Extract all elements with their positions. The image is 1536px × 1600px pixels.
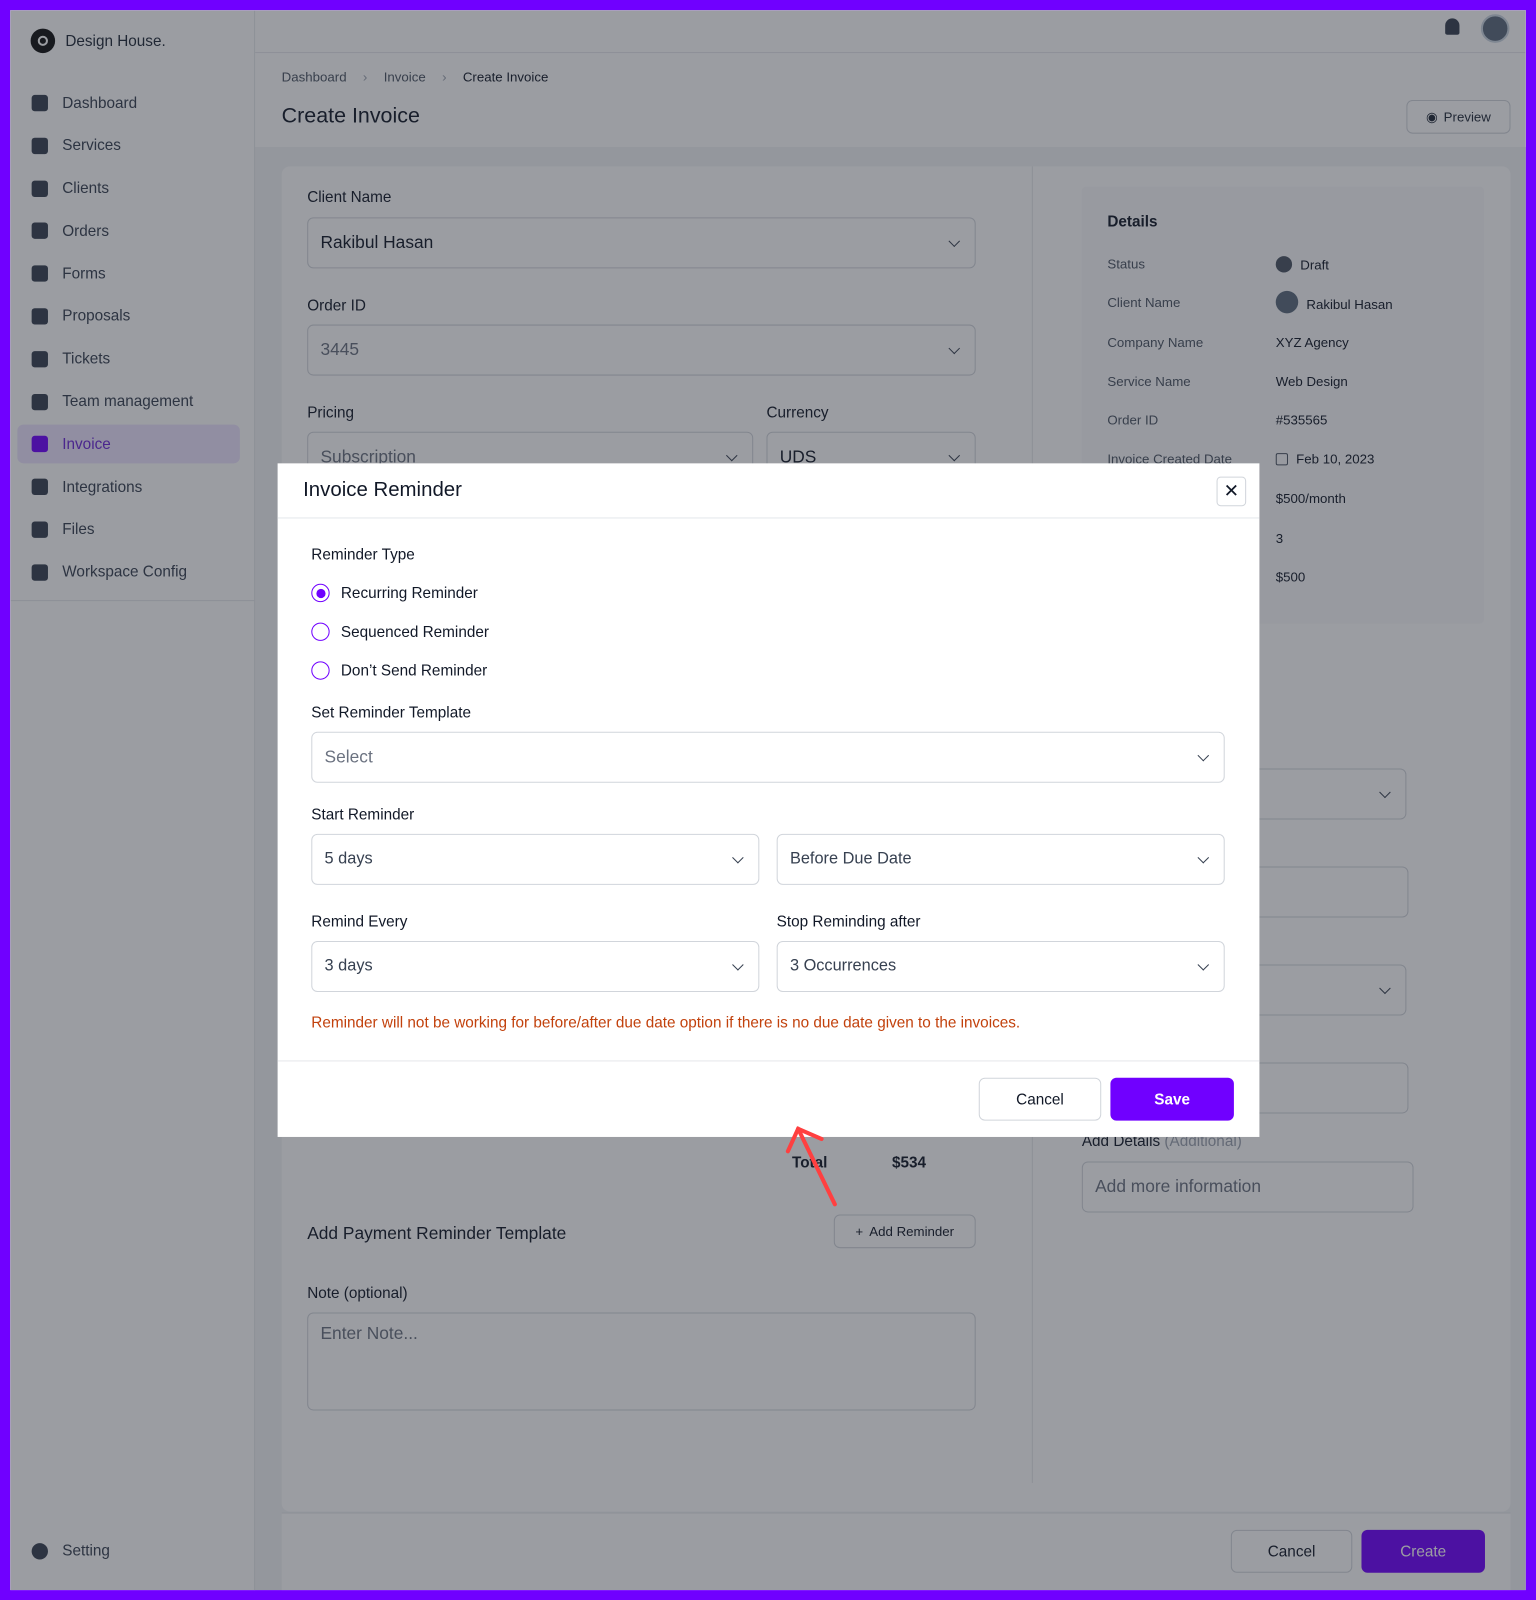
- remind-every-select[interactable]: 3 days: [311, 940, 760, 993]
- chevron-down-icon: [1197, 749, 1210, 762]
- radio-dont-send[interactable]: Don’t Send Reminder: [311, 661, 487, 680]
- reminder-type-label: Reminder Type: [311, 546, 415, 564]
- start-relation-select[interactable]: Before Due Date: [776, 833, 1225, 885]
- app: Design House. Dashboard Services Clients Or…: [10, 10, 1526, 1591]
- modal-cancel-button[interactable]: Cancel: [978, 1077, 1102, 1121]
- start-reminder-label: Start Reminder: [311, 806, 415, 824]
- remind-every-label: Remind Every: [311, 913, 408, 931]
- start-days-select[interactable]: 5 days: [311, 833, 760, 885]
- stop-reminding-label: Stop Reminding after: [776, 913, 921, 931]
- chevron-down-icon: [732, 959, 744, 971]
- close-icon[interactable]: ✕: [1216, 476, 1247, 507]
- radio-sequenced[interactable]: Sequenced Reminder: [311, 622, 489, 641]
- template-label: Set Reminder Template: [311, 704, 471, 722]
- divider: [277, 1060, 1260, 1062]
- template-select[interactable]: Select: [311, 731, 1225, 783]
- stop-reminding-select[interactable]: 3 Occurrences: [776, 940, 1225, 993]
- modal-title: Invoice Reminder: [303, 478, 462, 502]
- modal-save-button[interactable]: Save: [1110, 1077, 1234, 1121]
- invoice-reminder-modal: Invoice Reminder ✕ Reminder Type Recurrin…: [277, 463, 1260, 1137]
- chevron-down-icon: [1197, 959, 1210, 971]
- warning-text: Reminder will not be working for before/…: [311, 1014, 1021, 1032]
- radio-recurring[interactable]: Recurring Reminder: [311, 583, 478, 603]
- chevron-down-icon: [732, 851, 744, 864]
- chevron-down-icon: [1197, 851, 1210, 864]
